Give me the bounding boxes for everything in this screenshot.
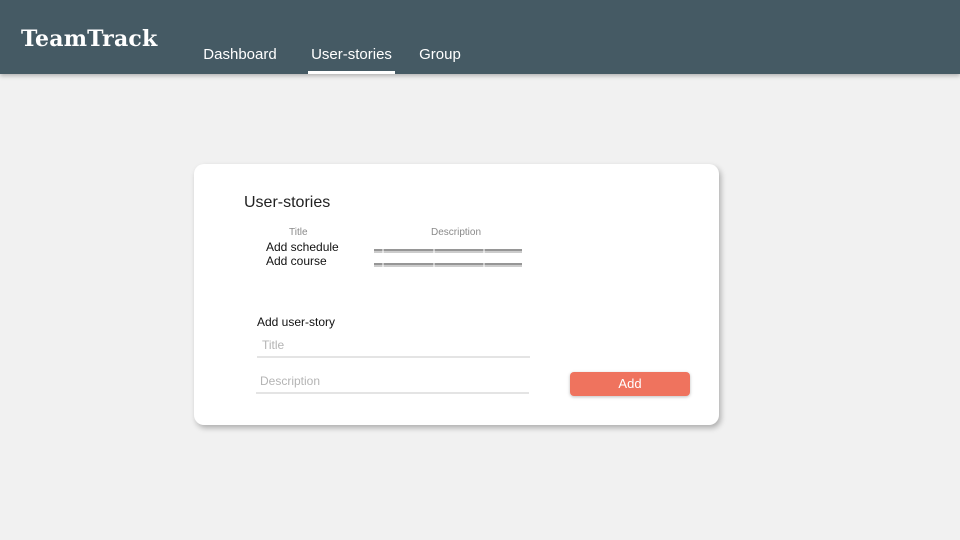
table-row-description-placeholder <box>374 258 522 268</box>
user-stories-card: User-stories Title Description Add sched… <box>194 164 719 425</box>
title-input[interactable]: Title <box>257 336 530 358</box>
tab-dashboard-label: Dashboard <box>203 46 277 63</box>
tab-user-stories-label: User-stories <box>311 46 392 63</box>
add-user-story-label: Add user-story <box>257 315 336 329</box>
add-button[interactable]: Add <box>570 372 690 396</box>
description-input[interactable]: Description <box>256 372 529 394</box>
table-row-title: Add course <box>266 254 327 268</box>
column-header-title: Title <box>289 227 308 238</box>
column-header-description: Description <box>431 227 482 238</box>
table-row-title: Add schedule <box>266 240 339 254</box>
tab-group-label: Group <box>419 46 461 63</box>
title-input-placeholder: Title <box>262 338 285 352</box>
top-nav-bar: TeamTrack Dashboard User-stories Group <box>0 0 960 74</box>
tab-dashboard[interactable]: Dashboard <box>200 45 280 74</box>
table-row-description-placeholder <box>374 244 522 254</box>
tab-group[interactable]: Group <box>415 45 465 74</box>
card-title: User-stories <box>244 194 331 211</box>
description-input-placeholder: Description <box>260 374 321 388</box>
app-title[interactable]: TeamTrack <box>21 25 157 53</box>
tab-user-stories[interactable]: User-stories <box>308 45 395 74</box>
active-tab-indicator <box>308 71 395 74</box>
